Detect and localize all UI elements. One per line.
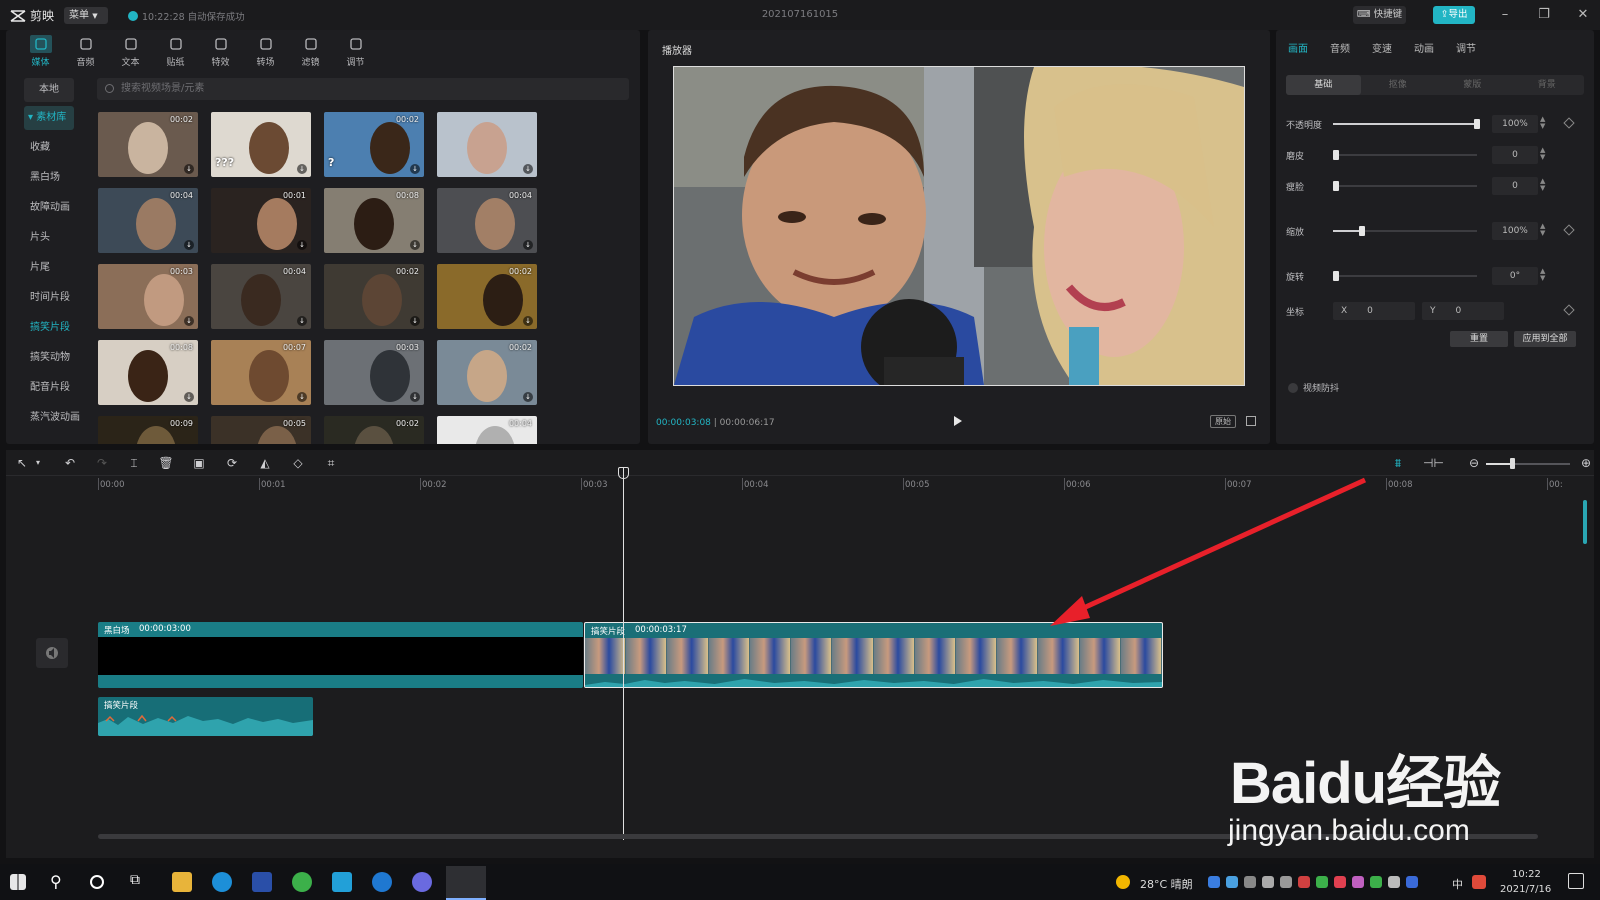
windows-taskbar: ⚲ ⧉ 28°C 晴朗 中 10:22 2021/7/16 <box>0 864 1600 900</box>
microphone-icon[interactable] <box>1262 876 1274 888</box>
file-explorer-icon[interactable] <box>172 872 192 892</box>
tray-icon-red[interactable] <box>1298 876 1310 888</box>
tray-icon-blue[interactable] <box>1406 876 1418 888</box>
wechat-icon[interactable] <box>292 872 312 892</box>
ime-indicator[interactable]: 中 <box>1452 876 1463 892</box>
tray-icon-device[interactable] <box>1244 876 1256 888</box>
tray-icon-pink[interactable] <box>1352 876 1364 888</box>
weather-text: 28°C 晴朗 <box>1140 878 1193 891</box>
tray-icon-green[interactable] <box>1316 876 1328 888</box>
network-icon[interactable] <box>1280 876 1292 888</box>
k-app-icon[interactable] <box>372 872 392 892</box>
clock-time: 10:22 <box>1512 869 1541 880</box>
search-icon[interactable]: ⚲ <box>50 872 70 892</box>
weather-sun-icon <box>1116 875 1130 889</box>
watermark-logo: Baidu经验 <box>1230 736 1501 820</box>
windows-start-icon[interactable] <box>10 874 26 890</box>
app-icon-blue[interactable] <box>252 872 272 892</box>
sogou-ime-icon[interactable] <box>1472 875 1486 889</box>
volume-icon[interactable] <box>1388 876 1400 888</box>
notification-icon[interactable] <box>1568 873 1584 889</box>
app-icon-purple[interactable] <box>412 872 432 892</box>
edge-browser-icon[interactable] <box>212 872 232 892</box>
app-icon-cyan[interactable] <box>332 872 352 892</box>
tray-icon-shield[interactable] <box>1208 876 1220 888</box>
cortana-icon[interactable] <box>90 875 104 889</box>
tray-icon-red-dot[interactable] <box>1334 876 1346 888</box>
tray-icon-app[interactable] <box>1226 876 1238 888</box>
watermark-logo-text: Baidu经验 <box>1230 751 1501 816</box>
watermark-url: jingyan.baidu.com <box>1228 814 1470 847</box>
wechat-tray-icon[interactable] <box>1370 876 1382 888</box>
clock-date: 2021/7/16 <box>1500 884 1552 895</box>
system-tray <box>1208 876 1418 888</box>
task-view-icon[interactable]: ⧉ <box>130 872 150 892</box>
capcut-taskbar-icon[interactable] <box>446 866 486 900</box>
